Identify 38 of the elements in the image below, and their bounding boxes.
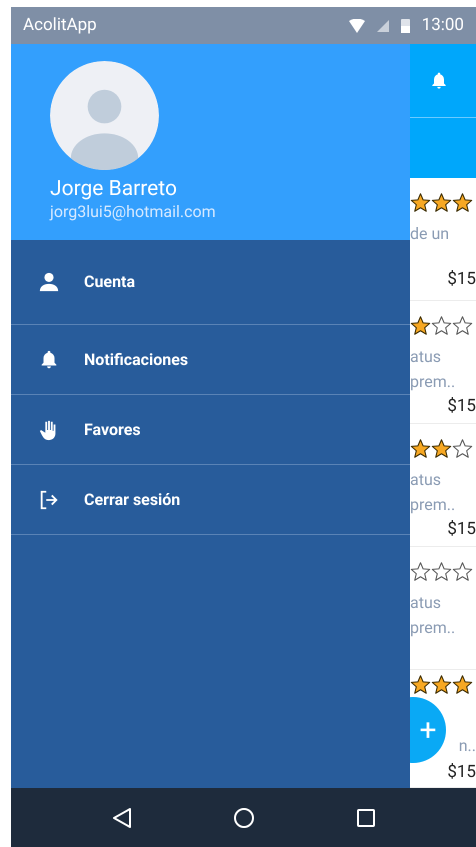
clock: 13:00 (422, 14, 464, 37)
description-text: prem.. (410, 617, 456, 639)
logout-icon (38, 488, 60, 510)
price: $15 (446, 268, 476, 290)
drawer-item[interactable]: Cuenta (11, 240, 410, 325)
description-text: atus (410, 592, 442, 614)
avatar-icon (50, 61, 159, 170)
filled-star-icon (431, 192, 452, 213)
drawer-item[interactable]: Favores (11, 395, 410, 465)
filled-star-icon (410, 315, 431, 336)
price: $15 (446, 518, 476, 541)
price: $15 (446, 395, 476, 418)
filled-star-icon (452, 674, 473, 695)
filled-star-icon (410, 438, 431, 459)
drawer-item[interactable]: Notificaciones (11, 325, 410, 395)
recents-icon[interactable] (356, 808, 376, 828)
signal-icon (376, 20, 389, 32)
description-text: de un (410, 223, 450, 245)
drawer-item[interactable]: Cerrar sesión (11, 465, 410, 535)
description-text: n.. (458, 735, 476, 757)
filled-star-icon (410, 674, 431, 695)
description-text: atus (410, 346, 442, 368)
person-icon (38, 271, 60, 293)
filled-star-icon (431, 438, 452, 459)
back-icon[interactable] (111, 806, 134, 828)
app-name: AcolitApp (23, 14, 97, 37)
description-text: prem.. (410, 494, 456, 516)
wifi-icon (348, 18, 365, 32)
description-text: prem.. (410, 371, 456, 393)
home-icon[interactable] (233, 806, 256, 828)
user-name: Jorge Barreto (50, 176, 178, 202)
filled-star-icon (410, 192, 431, 213)
battery-icon (400, 18, 410, 33)
filled-star-icon (452, 192, 473, 213)
description-text: atus (410, 469, 442, 491)
filled-star-icon (431, 674, 452, 695)
user-email: jorg3lui5@hotmail.com (50, 202, 217, 222)
price: $15 (446, 760, 476, 784)
